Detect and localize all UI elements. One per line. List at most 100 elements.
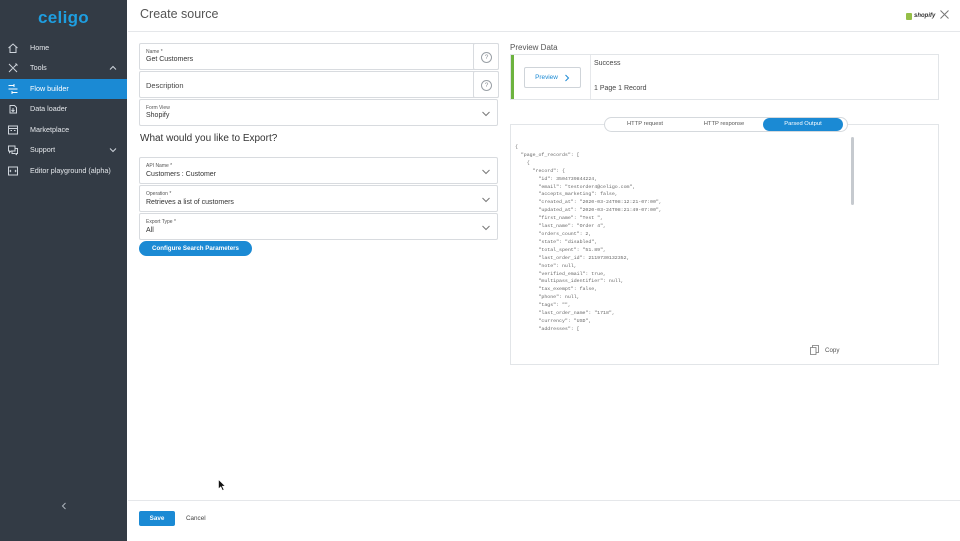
code-line: "page_of_records": [ bbox=[515, 152, 580, 158]
preview-card: Preview Success 1 Page 1 Record bbox=[510, 54, 939, 100]
drawer-header: Create source shopify bbox=[128, 0, 960, 32]
parsed-output-code[interactable]: { "page_of_records": [ { "record": { "id… bbox=[515, 144, 855, 340]
help-icon: ? bbox=[481, 52, 492, 63]
sidebar-item-data-loader[interactable]: Data loader bbox=[0, 99, 127, 119]
data-loader-icon bbox=[9, 105, 17, 114]
marketplace-icon bbox=[8, 125, 18, 135]
output-panel: HTTP request HTTP response Parsed Output… bbox=[510, 117, 939, 365]
field-value: Shopify bbox=[146, 112, 170, 119]
api-name-select[interactable]: API Name * Customers : Customer bbox=[139, 157, 498, 184]
chevron-down-icon bbox=[482, 197, 490, 203]
code-line: "accepts_marketing": false, bbox=[515, 192, 618, 198]
help-icon: ? bbox=[481, 80, 492, 91]
support-icon bbox=[8, 145, 18, 156]
page-title: Create source bbox=[140, 7, 219, 21]
code-line: "tax_exempt": false, bbox=[515, 287, 598, 293]
chevron-down-icon bbox=[482, 111, 490, 117]
sidebar-item-tools[interactable]: Tools bbox=[0, 58, 127, 78]
sidebar-item-label: Data loader bbox=[30, 104, 68, 113]
code-line: "last_order_name": "1718", bbox=[515, 311, 615, 317]
divider bbox=[590, 55, 591, 99]
form-view-select[interactable]: Form View Shopify bbox=[139, 99, 498, 126]
preview-button[interactable]: Preview bbox=[524, 67, 581, 88]
export-heading: What would you like to Export? bbox=[140, 133, 278, 144]
sidebar-item-label: Marketplace bbox=[30, 125, 70, 134]
tab-parsed-output[interactable]: Parsed Output bbox=[763, 118, 843, 131]
field-label: Operation * bbox=[146, 191, 172, 197]
preview-status: Success bbox=[594, 60, 621, 67]
code-scrollbar[interactable] bbox=[851, 137, 854, 340]
close-icon[interactable] bbox=[939, 9, 950, 20]
operation-select[interactable]: Operation * Retrieves a list of customer… bbox=[139, 185, 498, 212]
scrollbar-thumb[interactable] bbox=[851, 137, 854, 205]
copy-icon bbox=[810, 345, 819, 355]
field-label: Form View bbox=[146, 105, 170, 111]
tab-http-request[interactable]: HTTP request bbox=[605, 118, 685, 131]
code-line: "record": { bbox=[515, 168, 565, 174]
sidebar-item-label: Flow builder bbox=[30, 84, 69, 93]
field-value: Retrieves a list of customers bbox=[146, 199, 234, 206]
shopify-logo: shopify bbox=[906, 11, 935, 21]
preview-button-label: Preview bbox=[535, 74, 558, 81]
chevron-down-icon bbox=[482, 225, 490, 231]
chevron-right-icon bbox=[565, 74, 570, 81]
sidebar: celigo Home Tools Flow builder Data load… bbox=[0, 0, 127, 541]
code-line: "orders_count": 2, bbox=[515, 231, 592, 237]
name-help-button[interactable]: ? bbox=[473, 43, 499, 70]
code-line: "total_spent": "51.89", bbox=[515, 247, 606, 253]
sidebar-item-marketplace[interactable]: Marketplace bbox=[0, 120, 127, 140]
sidebar-item-support[interactable]: Support bbox=[0, 140, 127, 160]
code-line: "tags": "", bbox=[515, 303, 571, 309]
tools-icon bbox=[8, 63, 18, 73]
code-line: { bbox=[515, 145, 518, 150]
sidebar-item-label: Home bbox=[30, 43, 50, 52]
code-line: "updated_at": "2020-03-24T08:21:49-07:00… bbox=[515, 208, 662, 214]
field-value: Get Customers bbox=[146, 56, 194, 63]
code-line: "multipass_identifier": null, bbox=[515, 279, 624, 285]
sidebar-item-editor-playground[interactable]: Editor playground (alpha) bbox=[0, 161, 127, 181]
sidebar-item-flow-builder[interactable]: Flow builder bbox=[0, 79, 127, 99]
code-line: "email": "testorder4@celigo.com", bbox=[515, 184, 636, 190]
export-type-select[interactable]: Export Type * All bbox=[139, 213, 498, 240]
code-line: "currency": "USD", bbox=[515, 318, 592, 324]
sidebar-item-home[interactable]: Home bbox=[0, 38, 127, 58]
configure-search-parameters-button[interactable]: Configure Search Parameters bbox=[139, 241, 252, 256]
chevron-up-icon bbox=[109, 65, 117, 70]
collapse-sidebar-icon[interactable] bbox=[58, 500, 70, 512]
preview-data-heading: Preview Data bbox=[510, 43, 558, 52]
field-value: Customers : Customer bbox=[146, 171, 217, 178]
success-indicator-bar bbox=[511, 55, 514, 99]
code-line: "note": null, bbox=[515, 263, 577, 269]
shopify-bag-icon bbox=[906, 12, 912, 20]
output-tabs: HTTP request HTTP response Parsed Output bbox=[604, 117, 848, 132]
description-help-button[interactable]: ? bbox=[473, 71, 499, 98]
preview-record-count: 1 Page 1 Record bbox=[594, 85, 647, 92]
chevron-down-icon bbox=[482, 169, 490, 175]
code-line: "addresses": [ bbox=[515, 326, 580, 332]
field-label: API Name * bbox=[146, 163, 173, 169]
shopify-logo-text: shopify bbox=[914, 13, 936, 19]
code-line: { bbox=[515, 160, 530, 166]
copy-button[interactable]: Copy bbox=[810, 344, 846, 356]
copy-label: Copy bbox=[825, 346, 840, 354]
code-line: "first_name": "Test ", bbox=[515, 216, 604, 222]
name-field[interactable]: Name * Get Customers bbox=[139, 43, 499, 70]
code-line: "last_order_id": 2119730132352, bbox=[515, 255, 630, 261]
save-button[interactable]: Save bbox=[139, 511, 175, 526]
tab-http-response[interactable]: HTTP response bbox=[685, 118, 763, 131]
flow-builder-icon bbox=[8, 84, 18, 94]
code-line: "state": "disabled", bbox=[515, 239, 598, 245]
sidebar-item-label: Tools bbox=[30, 63, 47, 72]
field-placeholder: Description bbox=[146, 81, 184, 90]
code-line: "phone": null, bbox=[515, 295, 580, 301]
code-line: "created_at": "2020-03-24T08:12:21-07:00… bbox=[515, 200, 662, 206]
celigo-logo[interactable]: celigo bbox=[0, 0, 127, 36]
field-value: All bbox=[146, 227, 154, 234]
description-field[interactable]: Description bbox=[139, 71, 499, 98]
cancel-button[interactable]: Cancel bbox=[186, 511, 206, 526]
code-line: "verified_email": true, bbox=[515, 271, 606, 277]
field-label: Export Type * bbox=[146, 219, 176, 225]
mouse-cursor-icon bbox=[218, 479, 226, 491]
code-line: "last_name": "Order 4", bbox=[515, 224, 606, 230]
editor-playground-icon bbox=[8, 166, 18, 176]
